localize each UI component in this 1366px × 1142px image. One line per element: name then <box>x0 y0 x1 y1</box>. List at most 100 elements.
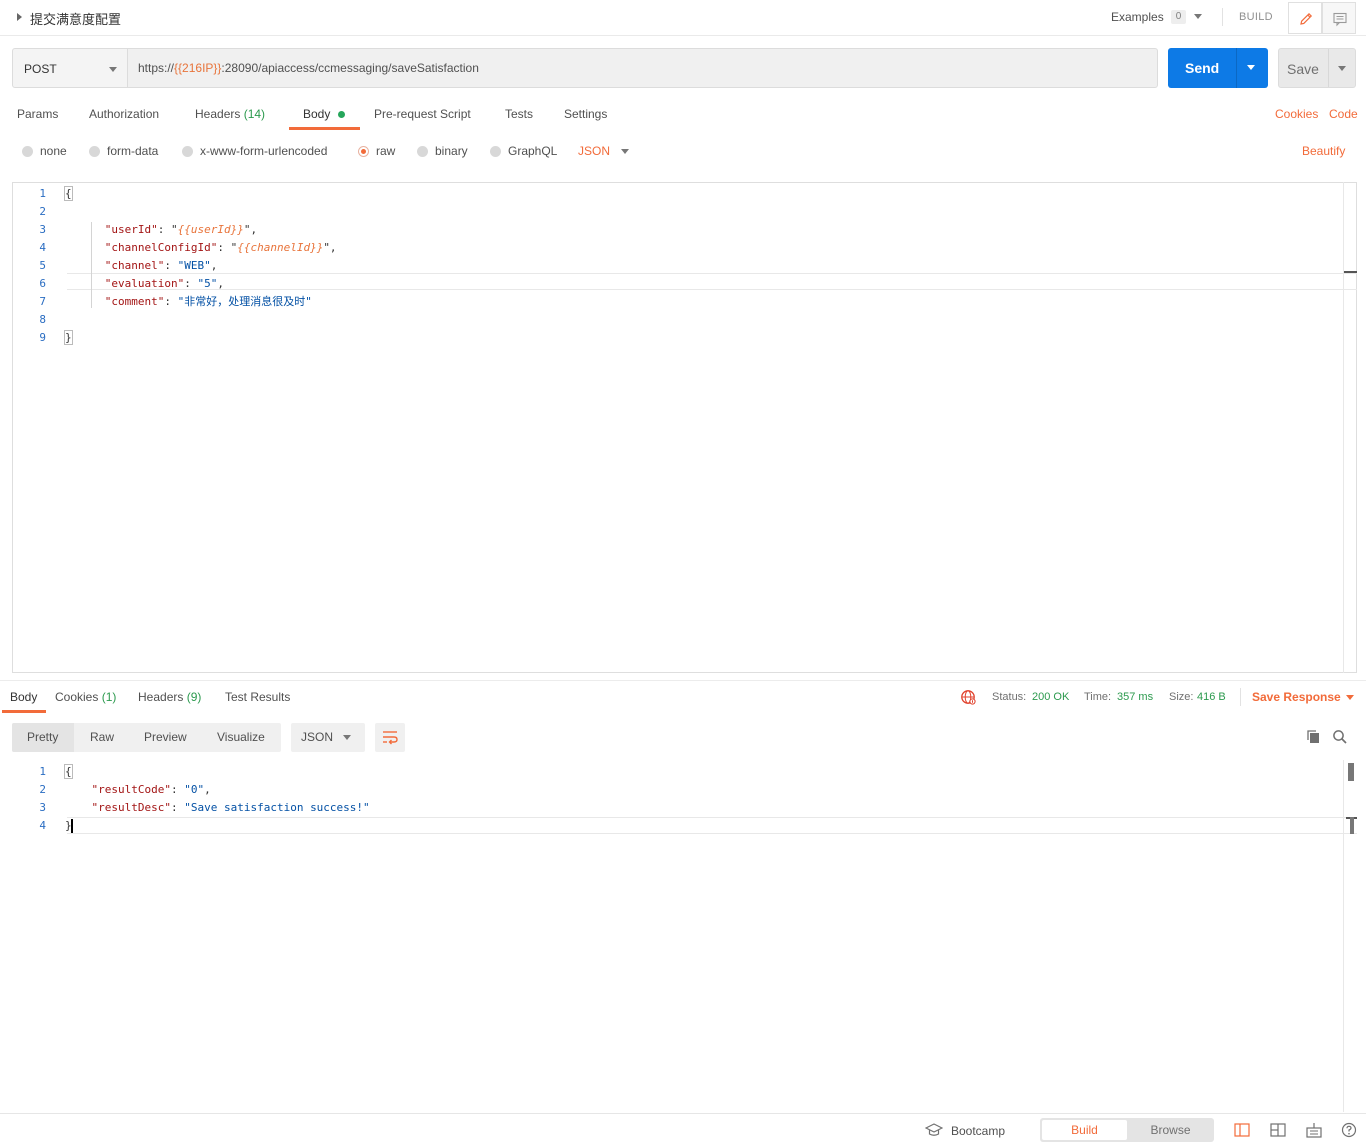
radio-binary-label[interactable]: binary <box>435 144 468 158</box>
beautify-link[interactable]: Beautify <box>1302 144 1345 158</box>
comments-button[interactable] <box>1322 2 1356 34</box>
tab-headers-count: (14) <box>243 107 266 121</box>
method-select[interactable]: POST <box>12 48 128 88</box>
response-tab-cookies[interactable]: Cookies (1) <box>55 690 116 704</box>
send-options-chevron-down-icon[interactable] <box>1247 65 1255 70</box>
layout-grid-icon[interactable] <box>1270 1123 1286 1137</box>
line-number: 4 <box>39 241 46 254</box>
url-text: https://{{216IP}}:28090/apiaccess/ccmess… <box>138 61 479 75</box>
json-string: "非常好，处理消息很及时" <box>177 295 312 308</box>
view-raw-button[interactable]: Raw <box>90 730 114 744</box>
copy-icon[interactable] <box>1306 729 1322 745</box>
radio-graphql[interactable] <box>490 146 501 157</box>
code-line: { <box>64 185 337 203</box>
response-format-select[interactable]: JSON <box>291 723 365 752</box>
size-value[interactable]: 416 B <box>1197 691 1226 703</box>
send-button[interactable]: Send <box>1168 48 1268 88</box>
tab-tests[interactable]: Tests <box>505 107 533 121</box>
request-code: { "userId": "{{userId}}", "channelConfig… <box>64 185 337 347</box>
mode-toggle: Build Browse <box>1040 1118 1214 1142</box>
url-variable: {{216IP}} <box>174 61 222 75</box>
tab-body[interactable]: Body <box>303 107 330 121</box>
view-pretty-button[interactable]: Pretty <box>12 723 74 752</box>
code-line: "evaluation": "5", <box>104 277 224 290</box>
response-gutter: 1 2 3 4 <box>10 763 46 835</box>
send-divider <box>1236 48 1237 88</box>
radio-graphql-label[interactable]: GraphQL <box>508 144 557 158</box>
line-number: 1 <box>39 187 46 200</box>
response-format-label: JSON <box>301 730 334 744</box>
mode-browse-button[interactable]: Browse <box>1129 1120 1212 1140</box>
request-title[interactable]: 提交满意度配置 <box>30 9 121 28</box>
response-format-chevron-down-icon <box>343 735 351 740</box>
two-pane-view-icon[interactable] <box>1234 1123 1250 1137</box>
bootcamp-link[interactable]: Bootcamp <box>951 1124 1005 1138</box>
radio-form-data-label[interactable]: form-data <box>107 144 158 158</box>
response-tab-cookies-count: (1) <box>101 690 117 704</box>
save-response-button[interactable]: Save Response <box>1252 690 1341 704</box>
tab-headers[interactable]: Headers (14) <box>195 107 265 121</box>
open-brace: { <box>64 764 73 779</box>
editor-scrollbar-track[interactable] <box>1343 182 1344 673</box>
json-key: "comment" <box>104 295 165 308</box>
line-number: 8 <box>39 313 46 326</box>
status-value[interactable]: 200 OK <box>1032 691 1069 703</box>
code-line: } <box>64 329 337 347</box>
save-response-chevron-down-icon[interactable] <box>1346 695 1354 700</box>
json-key: "channelConfigId" <box>104 241 218 254</box>
radio-urlencoded[interactable] <box>182 146 193 157</box>
tab-params[interactable]: Params <box>17 107 58 121</box>
radio-raw-label[interactable]: raw <box>376 144 395 158</box>
collapse-toggle-icon[interactable] <box>17 13 22 21</box>
body-format-chevron-down-icon[interactable] <box>621 149 629 154</box>
radio-binary[interactable] <box>417 146 428 157</box>
graduation-cap-icon[interactable] <box>925 1123 943 1137</box>
response-active-tab-underline <box>2 710 46 713</box>
view-visualize-button[interactable]: Visualize <box>217 730 265 744</box>
cookies-link[interactable]: Cookies <box>1275 107 1318 121</box>
search-icon[interactable] <box>1332 729 1348 745</box>
save-options-chevron-down-icon[interactable] <box>1338 66 1346 71</box>
radio-form-data[interactable] <box>89 146 100 157</box>
examples-dropdown[interactable]: Examples <box>1111 10 1164 24</box>
response-view-toolbar: Pretty Raw Preview Visualize <box>12 723 281 752</box>
radio-urlencoded-label[interactable]: x-www-form-urlencoded <box>200 144 327 158</box>
examples-chevron-down-icon[interactable] <box>1194 14 1202 19</box>
json-string: "WEB" <box>177 259 211 272</box>
tab-prerequest-script[interactable]: Pre-request Script <box>374 107 471 121</box>
view-preview-button[interactable]: Preview <box>144 730 187 744</box>
response-code[interactable]: { "resultCode": "0", "resultDesc": "Save… <box>64 763 370 835</box>
tab-headers-label: Headers <box>195 107 241 121</box>
response-tab-body[interactable]: Body <box>10 690 37 704</box>
tab-settings[interactable]: Settings <box>564 107 607 121</box>
json-key: "evaluation" <box>104 277 185 290</box>
response-scrollbar-thumb[interactable] <box>1348 763 1354 781</box>
save-divider <box>1328 49 1329 87</box>
radio-none[interactable] <box>22 146 33 157</box>
url-path: :28090/apiaccess/ccmessaging/saveSatisfa… <box>221 61 479 75</box>
tab-authorization[interactable]: Authorization <box>89 107 159 121</box>
wrap-lines-button[interactable] <box>375 723 405 752</box>
response-scrollbar-track[interactable] <box>1343 760 1344 1112</box>
edit-button[interactable] <box>1288 2 1322 34</box>
help-icon[interactable] <box>1341 1122 1357 1138</box>
json-string: "Save satisfaction success!" <box>184 801 370 814</box>
code-line: } <box>65 817 370 835</box>
time-value[interactable]: 357 ms <box>1117 691 1153 703</box>
status-label: Status: <box>992 691 1027 703</box>
header-divider <box>1222 8 1223 26</box>
response-tab-headers[interactable]: Headers (9) <box>138 690 201 704</box>
code-link[interactable]: Code <box>1329 107 1358 121</box>
radio-none-label[interactable]: none <box>40 144 67 158</box>
mode-build-button[interactable]: Build <box>1042 1120 1127 1140</box>
globe-icon[interactable] <box>960 689 976 705</box>
response-tab-headers-count: (9) <box>186 690 202 704</box>
response-tab-test-results[interactable]: Test Results <box>225 690 290 704</box>
radio-raw[interactable] <box>358 146 369 157</box>
save-button[interactable]: Save <box>1278 48 1356 88</box>
body-format-select[interactable]: JSON <box>578 144 610 158</box>
url-input[interactable]: https://{{216IP}}:28090/apiaccess/ccmess… <box>127 48 1158 88</box>
build-mode-label: BUILD <box>1239 11 1273 23</box>
keyboard-shortcuts-icon[interactable] <box>1306 1122 1322 1138</box>
save-label: Save <box>1287 61 1319 77</box>
